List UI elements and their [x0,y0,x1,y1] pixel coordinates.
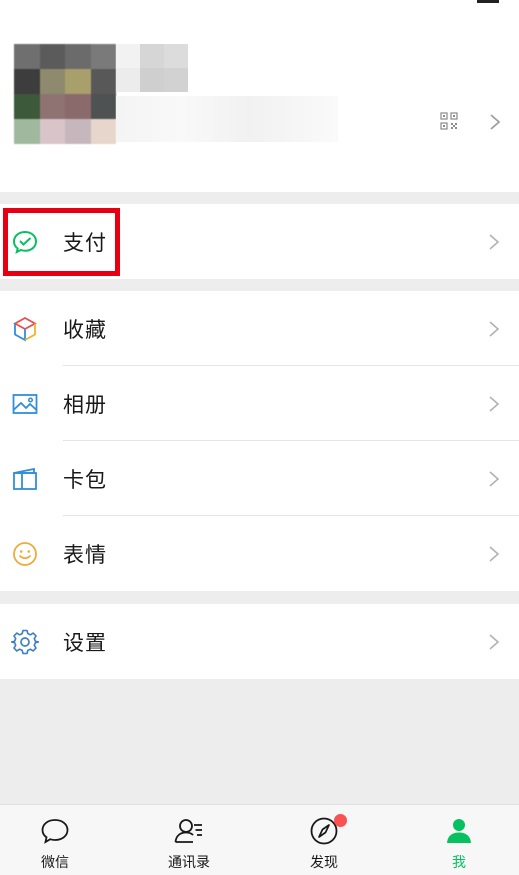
menu-item-album[interactable]: 相册 [0,366,519,441]
chat-bubble-icon [41,819,69,844]
wallet-icon [13,467,37,490]
avatar[interactable] [14,44,116,144]
image-icon [12,393,38,414]
menu-item-favorites[interactable]: 收藏 [0,291,519,366]
settings-label: 设置 [63,630,107,655]
tab-discover[interactable]: 发现 [274,805,374,875]
tab-chats[interactable]: 微信 [5,805,105,875]
tab-me-label: 我 [452,855,466,871]
tab-contacts[interactable]: 通讯录 [139,805,239,875]
stickers-label: 表情 [63,542,107,567]
cube-icon [13,316,37,342]
highlight-annotation [3,208,120,276]
contacts-icon [174,819,202,843]
qr-code-icon[interactable] [440,112,458,130]
profile-header[interactable] [0,0,519,192]
cards-label: 卡包 [63,467,107,492]
chevron-right-icon [489,470,500,487]
tab-me[interactable]: 我 [409,805,509,875]
chevron-right-icon [489,395,500,412]
tab-discover-label: 发现 [310,855,338,871]
chevron-right-icon [489,545,500,562]
favorites-label: 收藏 [63,317,107,342]
person-icon [447,819,471,843]
wechat-id-blurred [116,96,338,142]
tab-chats-label: 微信 [41,855,69,871]
nickname-blurred [116,44,188,92]
smiley-icon [13,541,37,566]
gear-icon [11,629,39,654]
menu-item-settings[interactable]: 设置 [0,604,519,679]
menu-item-cards[interactable]: 卡包 [0,441,519,516]
settings-group: 设置 [0,604,519,679]
main-group: 收藏 相册 卡包 表情 [0,291,519,591]
chevron-right-icon [489,233,500,250]
chevron-right-icon [489,633,500,650]
chevron-right-icon [489,320,500,337]
bottom-tab-bar: 微信 通讯录 发现 我 [0,804,519,875]
album-label: 相册 [63,392,107,417]
chevron-right-icon[interactable] [488,112,502,132]
tab-contacts-label: 通讯录 [168,855,210,871]
notification-badge [334,814,347,827]
menu-indicator [477,0,499,3]
menu-item-stickers[interactable]: 表情 [0,516,519,591]
